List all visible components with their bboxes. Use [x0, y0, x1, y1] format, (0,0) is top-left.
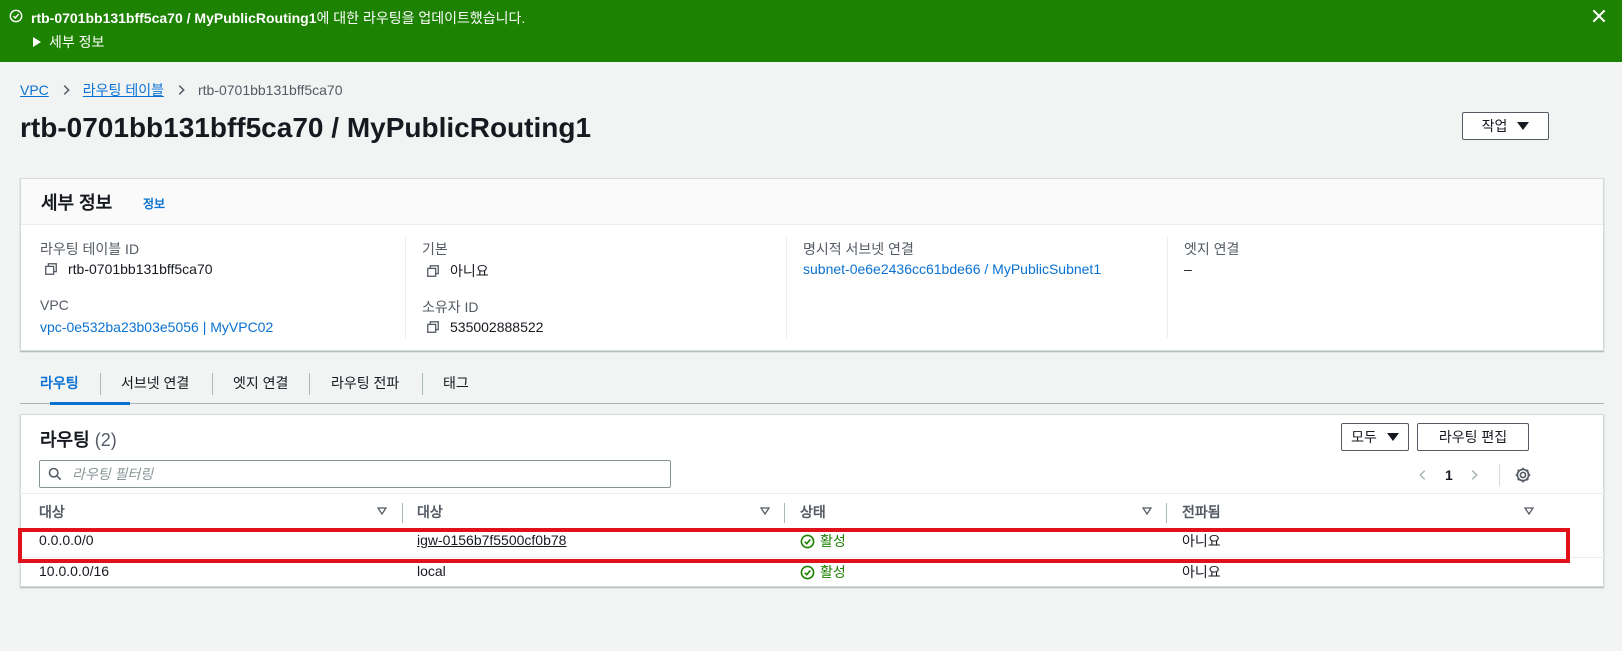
route-table-id-value: rtb-0701bb131bff5ca70	[44, 261, 213, 277]
search-input[interactable]	[72, 464, 662, 484]
breadcrumb-route-tables-link[interactable]: 라우팅 테이블	[83, 80, 164, 100]
route-table-id: rtb-0701bb131bff5ca70	[68, 261, 213, 277]
caret-down-icon	[1386, 433, 1399, 441]
details-panel-header: 세부 정보 정보	[21, 179, 1603, 225]
vpc-label: VPC	[40, 297, 69, 313]
active-tab-indicator	[50, 402, 130, 405]
filter-all-dropdown[interactable]: 모두	[1341, 423, 1409, 451]
column-divider[interactable]	[402, 503, 403, 523]
close-icon[interactable]	[1590, 7, 1608, 25]
main-value-row: 아니요	[426, 261, 489, 281]
breadcrumb: VPC 라우팅 테이블 rtb-0701bb131bff5ca70	[20, 80, 343, 100]
breadcrumb-current: rtb-0701bb131bff5ca70	[197, 82, 343, 98]
sort-icon[interactable]	[1142, 507, 1152, 515]
column-divider[interactable]	[784, 503, 785, 523]
flash-details-toggle[interactable]: 세부 정보	[33, 32, 104, 52]
row-highlight-box	[18, 528, 1570, 563]
column-header-propagated[interactable]: 전파됨	[1182, 502, 1221, 522]
copy-icon[interactable]	[426, 320, 440, 334]
search-icon	[48, 467, 62, 481]
routes-title: 라우팅	[40, 430, 90, 450]
tab-route-propagation[interactable]: 라우팅 전파	[331, 373, 399, 393]
owner-id: 535002888522	[450, 319, 544, 335]
main-label: 기본	[422, 241, 448, 257]
copy-icon[interactable]	[426, 264, 440, 278]
explicit-subnet-label: 명시적 서브넷 연결	[803, 241, 914, 257]
details-column-2: 기본 아니요 소유자 ID 535002888522	[405, 237, 786, 338]
details-panel: 세부 정보 정보 라우팅 테이블 ID rtb-0701bb131bff5ca7…	[20, 178, 1604, 351]
flash-message-suffix: 에 대한 라우팅을 업데이트했습니다.	[316, 10, 526, 26]
sort-icon[interactable]	[1524, 507, 1534, 515]
tab-divider	[212, 373, 213, 395]
route-target: local	[417, 563, 446, 579]
actions-label: 작업	[1481, 118, 1508, 134]
routes-heading: 라우팅 (2)	[40, 426, 117, 452]
flash-message: rtb-0701bb131bff5ca70 / MyPublicRouting1…	[31, 8, 525, 28]
chevron-left-icon[interactable]	[1416, 468, 1430, 482]
route-status-label: 활성	[820, 564, 846, 580]
tab-edge-associations[interactable]: 엣지 연결	[233, 373, 288, 393]
table-header-rule	[20, 493, 1604, 494]
edge-association-label: 엣지 연결	[1184, 241, 1240, 257]
route-table-id-label: 라우팅 테이블 ID	[40, 241, 140, 257]
tab-bar: 라우팅 서브넷 연결 엣지 연결 라우팅 전파 태그	[20, 368, 1604, 405]
routes-count: (2)	[94, 430, 117, 450]
details-column-4: 엣지 연결 –	[1167, 237, 1604, 338]
explicit-subnet-link[interactable]: subnet-0e6e2436cc61bde66 / MyPublicSubne…	[803, 261, 1101, 277]
edit-routes-button[interactable]: 라우팅 편집	[1417, 423, 1529, 451]
column-header-status[interactable]: 상태	[800, 502, 826, 522]
details-info-link[interactable]: 정보	[143, 195, 165, 212]
route-status: 활성	[800, 562, 846, 582]
column-header-target[interactable]: 대상	[417, 502, 443, 522]
chevron-right-icon	[178, 85, 185, 95]
tab-divider	[100, 373, 101, 395]
actions-dropdown-button[interactable]: 작업	[1462, 112, 1549, 140]
flash-details-label: 세부 정보	[49, 34, 105, 50]
column-header-destination[interactable]: 대상	[39, 502, 65, 522]
route-propagated: 아니요	[1182, 564, 1221, 580]
flash-resource: rtb-0701bb131bff5ca70 / MyPublicRouting1	[31, 10, 317, 26]
page-title: rtb-0701bb131bff5ca70 / MyPublicRouting1	[20, 112, 592, 143]
tab-routes[interactable]: 라우팅	[40, 373, 79, 393]
edit-routes-label: 라우팅 편집	[1438, 429, 1508, 445]
success-check-icon	[9, 9, 23, 23]
tab-subnet-associations[interactable]: 서브넷 연결	[121, 373, 189, 393]
page-number[interactable]: 1	[1445, 467, 1453, 483]
chevron-right-icon[interactable]	[1467, 468, 1481, 482]
tab-divider	[309, 373, 310, 395]
vpc-link[interactable]: vpc-0e532ba23b03e5056 | MyVPC02	[40, 319, 273, 335]
filter-all-label: 모두	[1351, 429, 1377, 445]
details-columns: 라우팅 테이블 ID rtb-0701bb131bff5ca70 VPC vpc…	[21, 225, 1603, 350]
sort-icon[interactable]	[377, 507, 387, 515]
owner-id-label: 소유자 ID	[422, 299, 479, 315]
chevron-right-icon	[63, 85, 70, 95]
caret-right-icon	[33, 37, 41, 47]
tab-tags[interactable]: 태그	[443, 373, 469, 393]
breadcrumb-vpc-link[interactable]: VPC	[20, 82, 49, 98]
column-divider[interactable]	[1166, 503, 1167, 523]
pagination: 1	[1416, 464, 1532, 486]
route-filter-search	[39, 460, 671, 488]
details-column-1: 라우팅 테이블 ID rtb-0701bb131bff5ca70 VPC vpc…	[21, 237, 405, 338]
caret-down-icon	[1517, 122, 1530, 130]
sort-icon[interactable]	[760, 507, 770, 515]
success-flash-banner: rtb-0701bb131bff5ca70 / MyPublicRouting1…	[0, 0, 1622, 62]
main-value: 아니요	[450, 263, 489, 279]
copy-icon[interactable]	[44, 262, 58, 276]
settings-gear-icon[interactable]	[1514, 466, 1532, 484]
owner-id-row: 535002888522	[426, 319, 543, 335]
status-success-icon	[800, 565, 815, 579]
tab-divider	[422, 373, 423, 395]
details-column-3: 명시적 서브넷 연결 subnet-0e6e2436cc61bde66 / My…	[786, 237, 1167, 338]
route-destination: 10.0.0.0/16	[39, 563, 110, 579]
details-heading: 세부 정보	[41, 193, 113, 213]
pager-divider	[1498, 464, 1500, 486]
edge-association-value: –	[1184, 261, 1192, 277]
